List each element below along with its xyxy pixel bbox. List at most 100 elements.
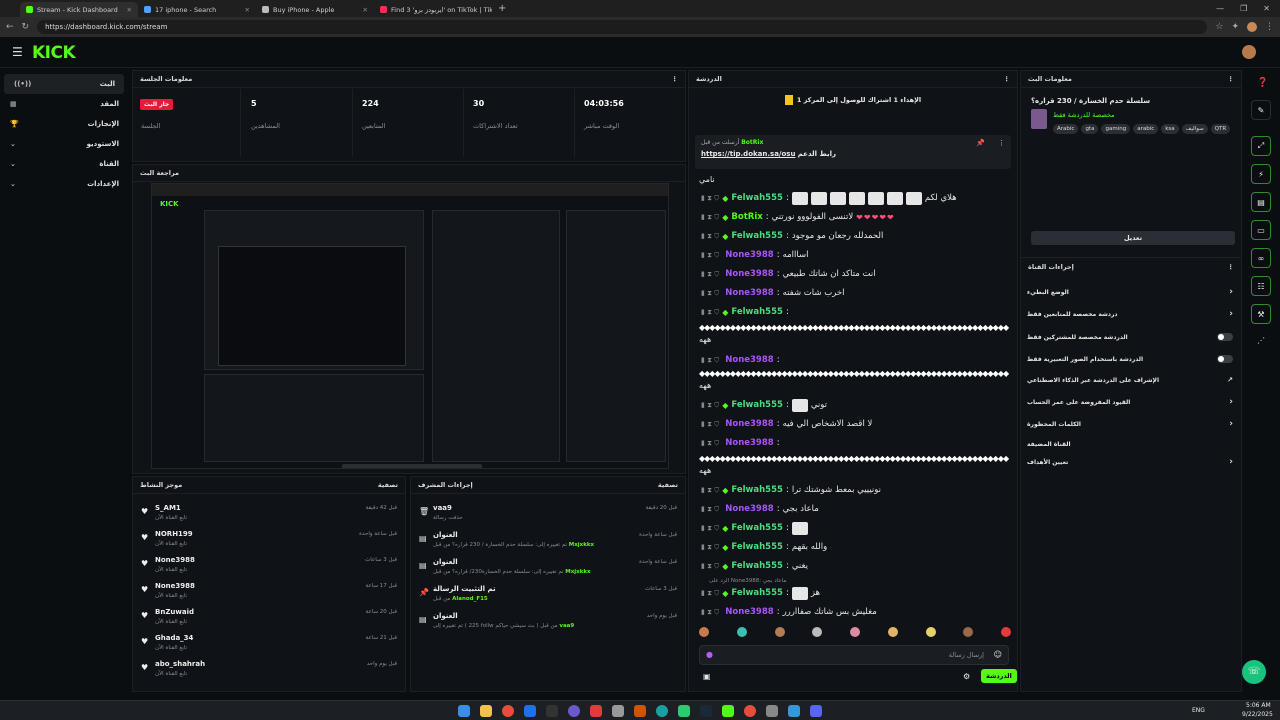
mod-tools-icon[interactable]: ▮ ⧗ ⛉ [701,439,719,448]
emote-icon[interactable] [1001,627,1011,637]
chat-message[interactable]: ▮ ⧗ ⛉ None3988: [701,352,783,368]
chat-username[interactable]: Felwah555 [731,561,783,571]
profile-avatar[interactable] [1247,22,1257,32]
activity-item[interactable]: ♥ Ghada_34 تابع القناة الآن قبل 21 ساعة [133,631,405,657]
app-icon[interactable] [568,705,580,717]
chat-message[interactable]: ▮ ⧗ ⛉ None3988: [701,435,783,451]
mod-tools-icon[interactable]: ▮ ⧗ ⛉ [701,308,719,317]
chat-username[interactable]: None3988 [725,504,773,514]
channel-setting-row[interactable]: الدردشة باستخدام الصور التعبيرية فقط [1021,348,1241,370]
chat-message[interactable]: ▮ ⧗ ⛉ ◆ Felwah555: [701,520,811,536]
more-icon[interactable]: ⋮ [1228,75,1235,83]
steam-icon[interactable] [700,705,712,717]
chat-message[interactable]: ▮ ⧗ ⛉ ◆ Felwah555: [701,304,792,320]
emote-icon[interactable] [736,627,747,637]
app-icon[interactable] [722,705,734,717]
chat-username[interactable]: Felwah555 [731,193,783,203]
mod-tools-icon[interactable]: ▮ ⧗ ⛉ [701,524,719,533]
mod-action-user[interactable]: Mxjxkkx [569,542,594,548]
share-icon[interactable]: ⋰ [1257,336,1265,345]
emote-icon[interactable] [963,627,974,637]
chat-username[interactable]: Felwah555 [731,231,783,241]
emote-icon[interactable] [774,627,785,637]
chat-message[interactable]: ▮ ⧗ ⛉ None3988: لا اقصد الاشخاص الي فيه [701,416,872,432]
app-icon[interactable] [546,705,558,717]
close-tab-icon[interactable]: ✕ [127,6,132,14]
chat-username[interactable]: None3988 [725,250,773,260]
extensions-icon[interactable]: ✦ [1231,22,1239,32]
maximize-icon[interactable]: ❐ [1240,4,1247,13]
minimize-icon[interactable]: — [1216,4,1224,13]
chat-username[interactable]: None3988 [725,419,773,429]
file-explorer-icon[interactable] [480,705,492,717]
tag-chip[interactable]: arabic [1133,124,1159,134]
support-chat-button[interactable]: ☏ [1242,660,1266,684]
browser-tab[interactable]: Stream - Kick Dashboard ✕ [20,2,138,17]
settings-icon[interactable]: ⚙ [963,672,970,681]
chat-message[interactable]: ▮ ⧗ ⛉ ◆ Felwah555: هلاي لكم [701,190,957,206]
document-icon[interactable]: ▤ [1251,192,1271,212]
chat-username[interactable]: Felwah555 [731,542,783,552]
chat-username[interactable]: Felwah555 [731,485,783,495]
mod-tools-icon[interactable]: ▮ ⧗ ⛉ [701,232,719,241]
mod-tools-icon[interactable]: ▮ ⧗ ⛉ [701,356,719,365]
chat-message[interactable]: ▮ ⧗ ⛉ ◆ Felwah555: يغني [701,558,808,574]
activity-item[interactable]: ♥ NORH199 تابع القناة الآن قبل ساعة واحدة [133,527,405,553]
edge-icon[interactable] [656,705,668,717]
sidebar-item[interactable]: القناة ⌄ [0,154,128,174]
help-icon[interactable]: ❓ [1257,78,1268,88]
chat-username[interactable]: None3988 [725,607,773,617]
clock-date[interactable]: 9/22/2025 [1242,711,1273,718]
gift-icon[interactable]: ▣ [703,672,711,681]
mod-tools-icon[interactable]: ▮ ⧗ ⛉ [701,289,719,298]
activity-item[interactable]: ♥ abo_shahrah تابع القناة الآن قبل يوم واحد [133,657,405,683]
chat-message[interactable]: ▮ ⧗ ⛉ ◆ Felwah555: نونيييي بمعط شوشتك ترا [701,482,881,498]
clock-time[interactable]: 5:06 AM [1246,702,1271,709]
star-icon[interactable]: ☆ [1215,22,1223,32]
bolt-icon[interactable]: ⚡ [1251,164,1271,184]
chat-message[interactable]: ▮ ⧗ ⛉ ◆ Felwah555: توني [701,397,827,413]
emote-icon[interactable] [699,627,709,637]
activity-item[interactable]: ♥ BnZuwaid تابع القناة الآن قبل 20 ساعة [133,605,405,631]
close-window-icon[interactable]: ✕ [1263,4,1270,13]
close-tab-icon[interactable]: ✕ [245,6,250,14]
new-tab-button[interactable]: + [498,3,506,14]
mod-tools-icon[interactable]: ▮ ⧗ ⛉ [701,486,719,495]
channel-setting-row[interactable]: الوضع البطيء › [1021,281,1241,303]
chat-input[interactable]: ● إرسال رسالة ☺ [699,645,1009,665]
sidebar-item[interactable]: الإنجازات 🏆 [0,114,128,134]
activity-item[interactable]: ♥ None3988 تابع القناة الآن قبل 17 ساعة [133,579,405,605]
channel-setting-row[interactable]: الدردشة مخصصة للمشتركين فقط [1021,326,1241,348]
hamburger-icon[interactable]: ☰ [12,45,23,59]
activity-item[interactable]: ♥ S_AM1 تابع القناة الآن قبل 42 دقيقة [133,501,405,527]
sidebar-item[interactable]: الإعدادات ⌄ [0,174,128,194]
list-icon[interactable]: ☷ [1251,276,1271,296]
mod-tools-icon[interactable]: ▮ ⧗ ⛉ [701,543,719,552]
windows-start-icon[interactable] [458,705,470,717]
chat-message[interactable]: ▮ ⧗ ⛉ ◆ Felwah555: الحمدلله رجعان مو موجود [701,228,883,244]
language-indicator[interactable]: ENG [1192,707,1205,714]
chat-username[interactable]: Felwah555 [731,588,783,598]
toggle-switch[interactable] [1217,333,1233,341]
tag-chip[interactable]: gta [1081,124,1099,134]
chat-username[interactable]: None3988 [725,269,773,279]
tag-chip[interactable]: Arabic [1053,124,1079,134]
browser-tab[interactable]: Buy iPhone - Apple ✕ [256,2,374,17]
kick-logo[interactable]: KICK [32,43,76,63]
link-icon[interactable]: ∞ [1251,248,1271,268]
channel-setting-row[interactable]: تعيين الأهداف › [1021,451,1241,473]
chat-username[interactable]: Felwah555 [731,523,783,533]
edit-icon[interactable]: ✎ [1251,100,1271,120]
url-field[interactable]: https://dashboard.kick.com/stream [37,20,1208,34]
channel-setting-row[interactable]: الإشراف على الدردشة عبر الذكاء الاصطناعي… [1021,369,1241,391]
mod-tools-icon[interactable]: ▮ ⧗ ⛉ [701,401,719,410]
app-icon[interactable] [678,705,690,717]
expand-icon[interactable]: ⤢ [1251,136,1271,156]
chat-username[interactable]: None3988 [725,288,773,298]
filter-button[interactable]: تصفية [378,481,398,489]
app-icon[interactable] [612,705,624,717]
user-avatar[interactable] [1242,45,1256,59]
filter-button[interactable]: تصفية [658,481,678,489]
mod-action-user[interactable]: Mxjxkkx [565,569,590,575]
mod-tools-icon[interactable]: ▮ ⧗ ⛉ [701,562,719,571]
